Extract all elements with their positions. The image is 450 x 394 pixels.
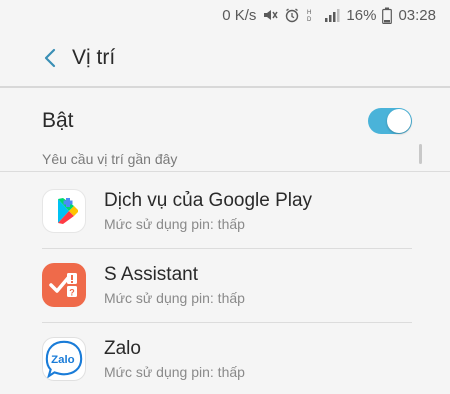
alarm-icon <box>284 7 300 23</box>
list-item-google-play-services[interactable]: Dịch vụ của Google Play Mức sử dụng pin:… <box>0 174 450 248</box>
google-play-services-icon <box>42 189 86 233</box>
svg-text:?: ? <box>69 288 75 298</box>
app-bar: Vị trí <box>0 30 450 88</box>
scroll-indicator <box>419 144 422 164</box>
zalo-icon: Zalo <box>42 337 86 381</box>
s-assistant-icon: ? <box>42 263 86 307</box>
signal-icon <box>324 7 340 23</box>
battery-percent: 16% <box>346 6 377 24</box>
battery-usage: Mức sử dụng pin: thấp <box>104 289 245 306</box>
toggle-knob <box>387 109 411 133</box>
svg-text:Zalo: Zalo <box>51 354 75 366</box>
location-settings-screen: 0 K/s H D 16% 03:28 Vị trí Bật Yêu cầu v… <box>0 0 450 394</box>
list-item-s-assistant[interactable]: ? S Assistant Mức sử dụng pin: thấp <box>0 248 450 322</box>
list-item-zalo[interactable]: Zalo Zalo Mức sử dụng pin: thấp <box>0 322 450 394</box>
location-toggle[interactable] <box>368 108 412 134</box>
battery-icon <box>382 7 393 24</box>
app-text: S Assistant Mức sử dụng pin: thấp <box>104 263 245 308</box>
status-bar: 0 K/s H D 16% 03:28 <box>0 0 450 30</box>
app-name: Dịch vụ của Google Play <box>104 189 313 211</box>
data-speed: 0 K/s <box>222 6 257 24</box>
recent-location-app-list: Dịch vụ của Google Play Mức sử dụng pin:… <box>0 174 450 394</box>
svg-text:H: H <box>307 10 311 16</box>
app-name: S Assistant <box>104 263 198 285</box>
clock: 03:28 <box>398 6 436 24</box>
mute-icon <box>262 7 279 23</box>
master-switch-label: Bật <box>42 109 74 132</box>
location-master-switch-row[interactable]: Bật <box>0 92 450 150</box>
app-name: Zalo <box>104 337 141 359</box>
hd-icon: H D <box>306 7 318 23</box>
battery-usage: Mức sử dụng pin: thấp <box>104 215 245 232</box>
back-button[interactable] <box>30 38 70 78</box>
app-text: Zalo Mức sử dụng pin: thấp <box>104 337 245 382</box>
app-text: Dịch vụ của Google Play Mức sử dụng pin:… <box>104 189 312 234</box>
battery-usage: Mức sử dụng pin: thấp <box>104 363 245 380</box>
page-title: Vị trí <box>72 46 116 69</box>
svg-text:D: D <box>307 17 312 23</box>
recent-requests-header: Yêu cầu vị trí gần đây <box>0 146 450 172</box>
back-arrow-icon <box>44 48 56 68</box>
